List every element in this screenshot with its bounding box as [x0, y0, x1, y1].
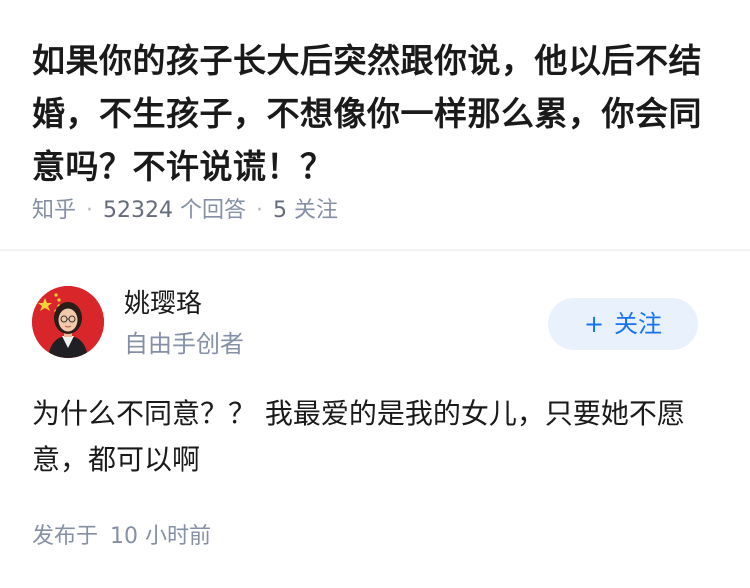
separator-dot: ·: [256, 198, 264, 223]
answer-content[interactable]: 为什么不同意？？ 我最爱的是我的女儿，只要她不愿意，都可以啊: [32, 391, 712, 483]
author-avatar[interactable]: [32, 286, 104, 358]
section-divider: [0, 249, 750, 251]
answer-page: 如果你的孩子长大后突然跟你说，他以后不结婚，不生孩子，不想像你一样那么累，你会同…: [0, 0, 750, 588]
source-label[interactable]: 知乎: [32, 198, 76, 223]
published-time: 10 小时前: [110, 524, 212, 549]
published-label: 发布于: [32, 524, 99, 549]
plus-icon: +: [583, 310, 605, 338]
follow-button-label: 关注: [614, 310, 663, 338]
answer-footer: 发布于 10 小时前: [32, 522, 211, 552]
person-avatar-icon: [32, 286, 104, 358]
author-bio: 自由手创者: [124, 330, 244, 358]
follower-count-label[interactable]: 关注: [294, 198, 338, 223]
question-title[interactable]: 如果你的孩子长大后突然跟你说，他以后不结婚，不生孩子，不想像你一样那么累，你会同…: [32, 34, 722, 193]
follow-button[interactable]: + 关注: [548, 298, 698, 350]
question-meta: 知乎 · 52324 个回答 · 5 关注: [32, 196, 338, 226]
author-name[interactable]: 姚璎珞: [124, 287, 202, 321]
separator-dot: ·: [86, 198, 94, 223]
answer-count-label[interactable]: 个回答: [180, 198, 246, 223]
answer-count: 52324: [103, 198, 174, 223]
follower-count: 5: [273, 198, 288, 223]
